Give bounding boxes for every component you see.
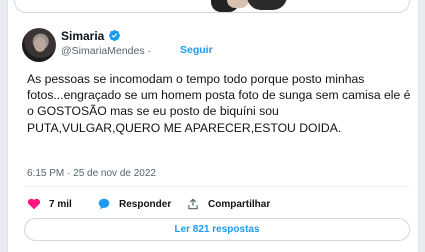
follow-button[interactable]: Seguir (180, 44, 213, 56)
reply-button[interactable]: Responder (97, 196, 171, 212)
avatar[interactable] (22, 28, 56, 62)
reply-bubble-icon (98, 198, 110, 210)
share-button[interactable]: Compartilhar (186, 196, 270, 212)
like-button[interactable]: 7 mil (27, 196, 72, 212)
verified-badge-icon (108, 29, 121, 42)
reply-label: Responder (119, 198, 172, 210)
share-upload-icon (188, 198, 198, 210)
tweet-card: Simaria @SimariaMendes · Seguir As pesso… (7, 0, 419, 252)
author-handle[interactable]: @SimariaMendes · (61, 45, 151, 57)
share-label: Compartilhar (208, 198, 271, 210)
like-count: 7 mil (49, 198, 72, 210)
author-name[interactable]: Simaria (61, 29, 104, 43)
heart-icon (27, 198, 41, 210)
action-bar: 7 mil Responder Compartilhar (27, 196, 415, 212)
divider (24, 186, 410, 187)
tweet-timestamp[interactable]: 6:15 PM · 25 de nov de 2022 (27, 168, 156, 179)
quoted-media-strip[interactable] (14, 0, 410, 13)
read-replies-button[interactable]: Ler 821 respostas (24, 218, 410, 241)
tweet-text: As pessoas se incomodam o tempo todo por… (27, 72, 411, 135)
